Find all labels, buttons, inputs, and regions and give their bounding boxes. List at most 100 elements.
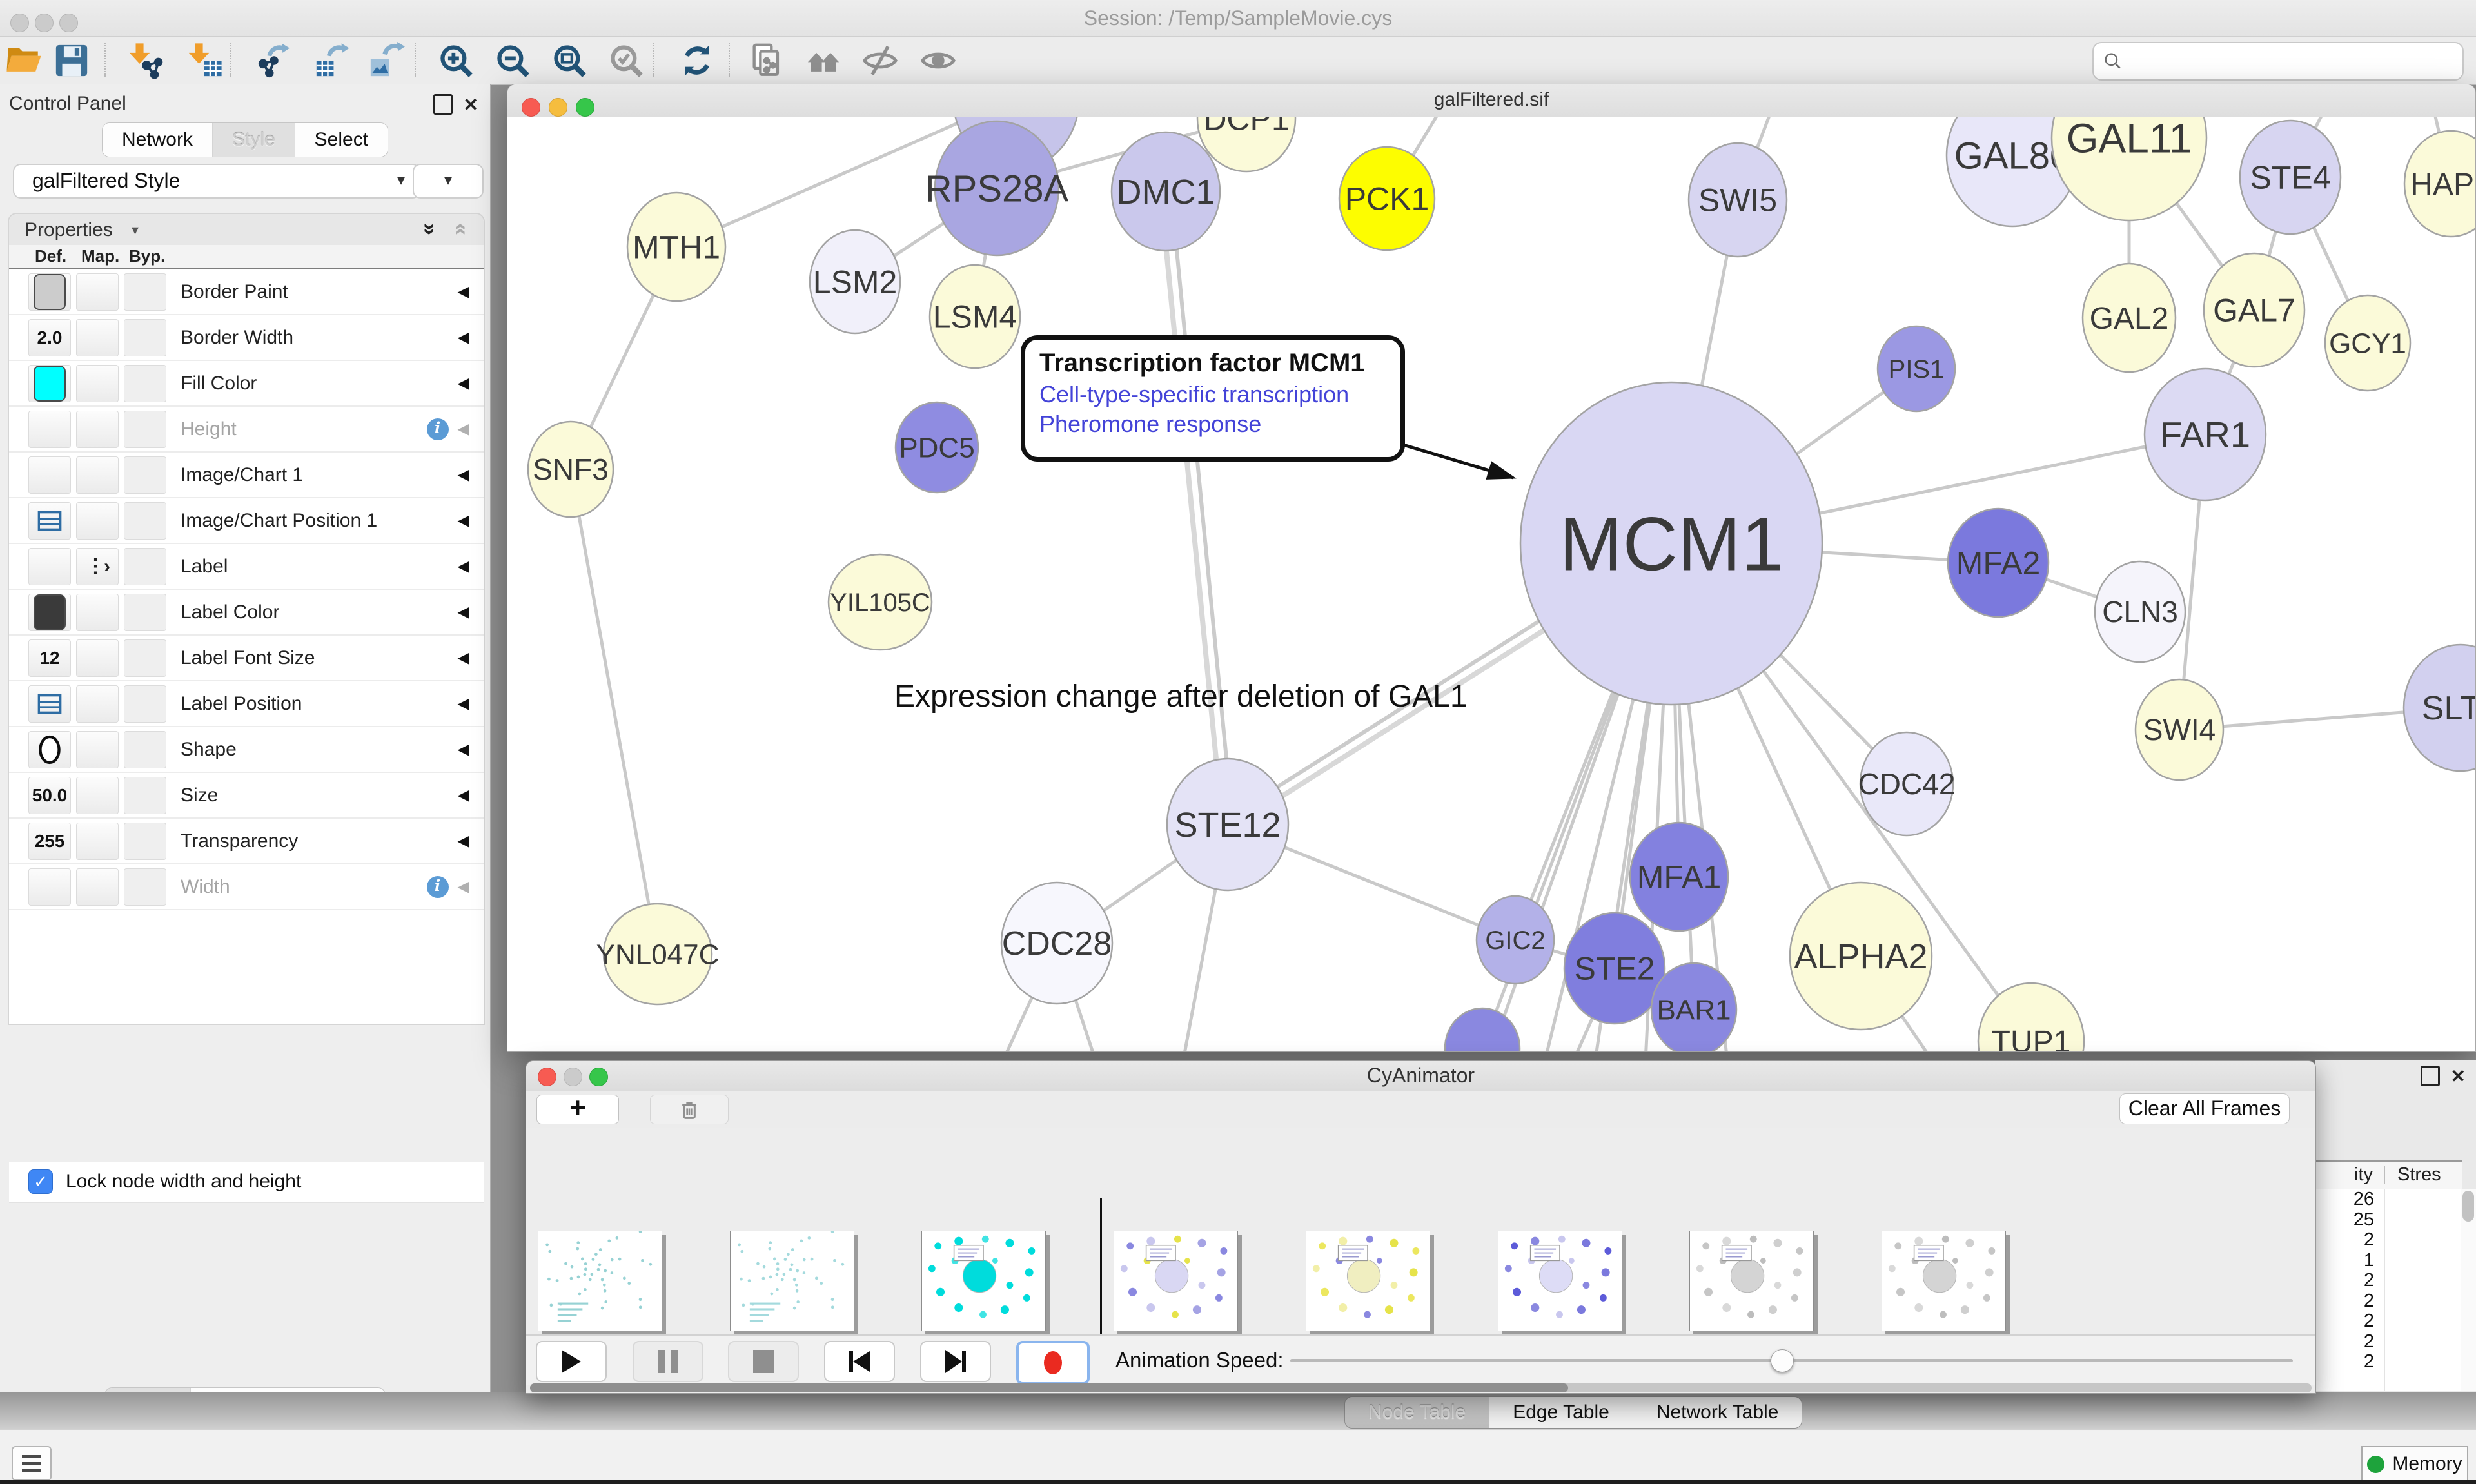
- default-value-cell[interactable]: 12: [28, 639, 71, 677]
- memory-button[interactable]: Memory: [2361, 1446, 2468, 1482]
- table-row[interactable]: 2: [2315, 1270, 2462, 1291]
- pause-button[interactable]: [633, 1341, 703, 1382]
- default-value-cell[interactable]: [28, 456, 71, 494]
- frame-thumbnail-3[interactable]: [1114, 1231, 1238, 1331]
- node-CDC28[interactable]: CDC28: [1001, 883, 1112, 1004]
- node-GCY1[interactable]: GCY1: [2325, 295, 2410, 391]
- search-field[interactable]: [2132, 50, 2453, 73]
- node-TUP1[interactable]: TUP1: [1978, 983, 2084, 1051]
- cyanimator-titlebar[interactable]: CyAnimator: [526, 1061, 2315, 1091]
- copy-network-button[interactable]: [748, 42, 785, 79]
- node-CLN3[interactable]: CLN3: [2095, 561, 2185, 662]
- node-MTH1[interactable]: MTH1: [627, 193, 725, 301]
- property-row-size[interactable]: 50.0Size◀: [9, 773, 484, 819]
- table-row[interactable]: 1: [2315, 1250, 2462, 1271]
- node-GAL2[interactable]: GAL2: [2083, 264, 2176, 372]
- node-MFA1[interactable]: MFA1: [1630, 823, 1728, 931]
- expand-row-icon[interactable]: ◀: [458, 420, 469, 438]
- panel-menu-button[interactable]: [12, 1446, 52, 1481]
- mapping-cell[interactable]: [76, 823, 119, 860]
- property-row-image-chart-1[interactable]: Image/Chart 1◀: [9, 453, 484, 498]
- property-row-border-width[interactable]: 2.0Border Width◀: [9, 315, 484, 361]
- property-row-transparency[interactable]: 255Transparency◀: [9, 819, 484, 864]
- frame-thumbnail-0[interactable]: [538, 1231, 662, 1331]
- bypass-cell[interactable]: [124, 319, 166, 356]
- home-icon[interactable]: [805, 42, 842, 79]
- default-value-cell[interactable]: 2.0: [28, 319, 71, 356]
- annotation-link[interactable]: Cell-type-specific transcription: [1039, 380, 1400, 409]
- results-scrollbar[interactable]: [2461, 1189, 2476, 1391]
- network-graph[interactable]: RPS28ADMC1DCP1PCK1MTH1LSM2LSM4SNF3PDC5YI…: [507, 117, 2475, 1051]
- bypass-cell[interactable]: [124, 823, 166, 860]
- expand-row-icon[interactable]: ◀: [458, 328, 469, 347]
- node-DMC1[interactable]: DMC1: [1112, 132, 1220, 251]
- import-table-button[interactable]: [186, 42, 223, 79]
- open-session-button[interactable]: [5, 42, 43, 79]
- export-network-button[interactable]: [255, 42, 293, 79]
- property-row-label-font-size[interactable]: 12Label Font Size◀: [9, 636, 484, 681]
- frame-thumbnail-6[interactable]: [1689, 1231, 1814, 1331]
- property-row-fill-color[interactable]: Fill Color◀: [9, 361, 484, 407]
- frame-thumbnail-7[interactable]: [1882, 1231, 2006, 1331]
- property-row-shape[interactable]: Shape◀: [9, 727, 484, 773]
- expand-row-icon[interactable]: ◀: [458, 740, 469, 759]
- node-HAP2[interactable]: HAP2: [2404, 131, 2475, 237]
- property-row-width[interactable]: Widthi◀: [9, 864, 484, 910]
- maximize-window-icon[interactable]: [576, 98, 594, 117]
- export-image-button[interactable]: [368, 42, 405, 79]
- node-SWI4[interactable]: SWI4: [2136, 679, 2223, 780]
- import-network-button[interactable]: [126, 42, 164, 79]
- node-GIC2[interactable]: GIC2: [1477, 896, 1554, 984]
- expand-all-icon[interactable]: »: [417, 223, 442, 235]
- frame-thumbnail-5[interactable]: [1498, 1231, 1622, 1331]
- tab-edge-table[interactable]: Edge Table: [1489, 1397, 1633, 1428]
- mapping-cell[interactable]: [76, 411, 119, 448]
- save-session-button[interactable]: [53, 42, 90, 79]
- expand-row-icon[interactable]: ◀: [458, 877, 469, 896]
- default-value-cell[interactable]: [28, 685, 71, 723]
- mapping-cell[interactable]: [76, 639, 119, 677]
- property-row-label-position[interactable]: Label Position◀: [9, 681, 484, 727]
- record-button[interactable]: [1016, 1341, 1090, 1385]
- close-window-icon[interactable]: [522, 98, 540, 117]
- refresh-layout-button[interactable]: [678, 42, 716, 79]
- expand-row-icon[interactable]: ◀: [458, 786, 469, 805]
- collapse-all-icon[interactable]: »: [447, 223, 472, 235]
- node-BAR1[interactable]: BAR1: [1651, 963, 1736, 1051]
- property-row-label-color[interactable]: Label Color◀: [9, 590, 484, 636]
- node-ALPHA2[interactable]: ALPHA2: [1790, 883, 1932, 1030]
- bypass-cell[interactable]: [124, 365, 166, 402]
- node-MCM1[interactable]: MCM1: [1520, 382, 1822, 705]
- node-unlabeled[interactable]: [1445, 1008, 1520, 1051]
- tab-node-table[interactable]: Node Table: [1345, 1397, 1489, 1428]
- default-value-cell[interactable]: 50.0: [28, 777, 71, 814]
- node-LSM2[interactable]: LSM2: [810, 230, 900, 333]
- mapping-cell[interactable]: [76, 868, 119, 906]
- expand-row-icon[interactable]: ◀: [458, 374, 469, 393]
- cyanimator-timeline[interactable]: 0123456789 Seconds: [526, 1128, 2315, 1334]
- table-row[interactable]: 2: [2315, 1311, 2462, 1331]
- bypass-cell[interactable]: [124, 548, 166, 585]
- tab-network[interactable]: Network: [103, 123, 213, 157]
- default-value-cell[interactable]: [28, 502, 71, 540]
- zoom-selected-button[interactable]: [607, 42, 645, 79]
- expand-row-icon[interactable]: ◀: [458, 282, 469, 301]
- node-CDC42[interactable]: CDC42: [1858, 732, 1956, 835]
- default-value-cell[interactable]: [28, 731, 71, 768]
- column-stress[interactable]: Stres: [2397, 1164, 2441, 1186]
- annotation-link[interactable]: Pheromone response: [1039, 409, 1400, 439]
- slider-thumb[interactable]: [1771, 1349, 1794, 1372]
- column-centrality[interactable]: ity: [2354, 1164, 2373, 1186]
- bypass-cell[interactable]: [124, 456, 166, 494]
- node-SNF3[interactable]: SNF3: [528, 422, 613, 517]
- style-options-button[interactable]: ▾: [413, 164, 484, 199]
- properties-header[interactable]: Properties ▾ » »: [9, 214, 484, 246]
- mapping-cell[interactable]: [76, 273, 119, 311]
- bypass-cell[interactable]: [124, 777, 166, 814]
- mapping-cell[interactable]: [76, 365, 119, 402]
- scrollbar-thumb[interactable]: [530, 1383, 1568, 1392]
- close-panel-icon[interactable]: ✕: [464, 94, 478, 115]
- frame-thumbnail-1[interactable]: [730, 1231, 854, 1331]
- info-icon[interactable]: i: [427, 418, 449, 440]
- lock-size-checkbox[interactable]: ✓: [28, 1169, 53, 1194]
